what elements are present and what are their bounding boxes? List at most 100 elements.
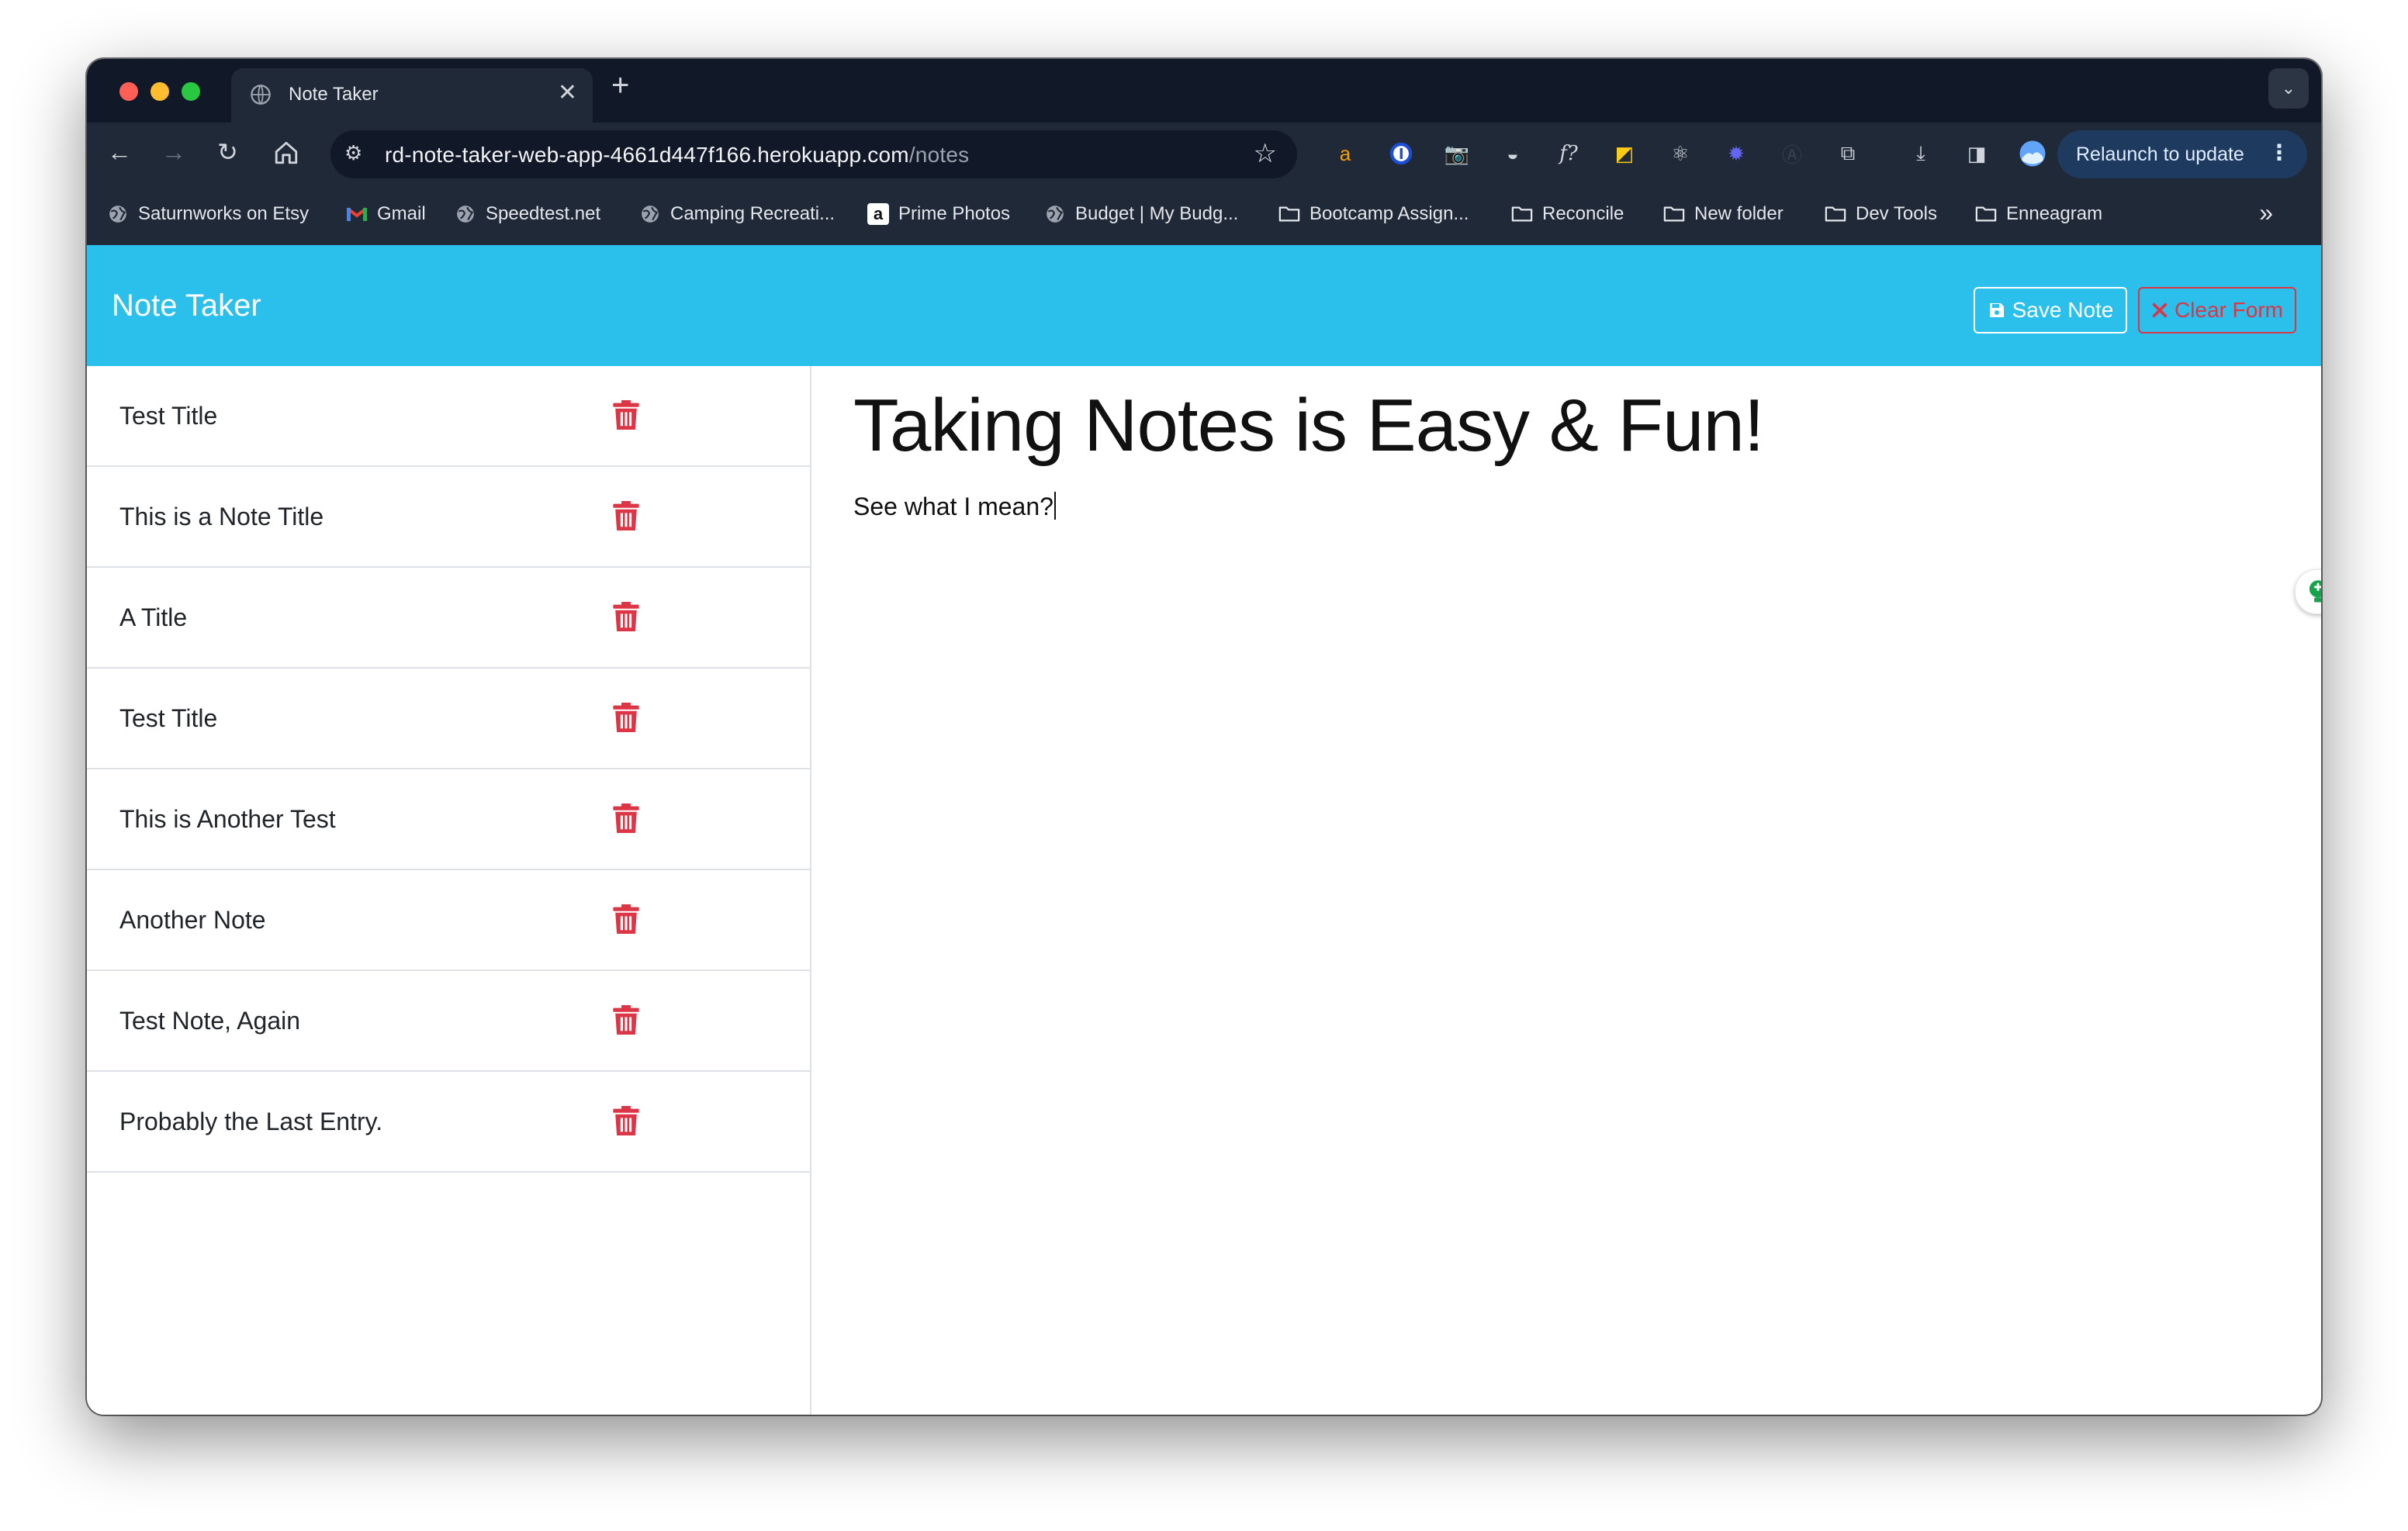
globe-icon — [107, 203, 129, 225]
trash-icon[interactable] — [613, 1005, 639, 1035]
bookmark-folder-bootcamp[interactable]: Bootcamp Assign... — [1278, 203, 1469, 225]
home-icon[interactable] — [273, 140, 299, 166]
note-title[interactable]: This is Another Test — [119, 805, 336, 834]
relaunch-label: Relaunch to update — [2076, 143, 2244, 165]
note-text-area[interactable]: See what I mean? — [853, 492, 1056, 521]
gear-purple-icon[interactable]: ✹ — [1722, 140, 1750, 168]
address-bar[interactable]: ⚙ rd-note-taker-web-app-4661d447f166.her… — [330, 130, 1297, 178]
browser-toolbar: ← → ↻ ⚙ rd-note-taker-web-app-4661d447f1… — [87, 123, 2321, 185]
close-window-button[interactable] — [119, 82, 138, 101]
trash-icon[interactable] — [613, 400, 639, 430]
trash-icon[interactable] — [613, 703, 639, 732]
note-text: See what I mean? — [853, 492, 1054, 520]
save-note-label: Save Note — [2012, 298, 2114, 322]
bookmark-folder-new[interactable]: New folder — [1663, 203, 1784, 225]
bookmark-speedtest[interactable]: Speedtest.net — [455, 203, 600, 225]
lightbulb-icon — [2309, 580, 2321, 603]
grammarly-widget[interactable]: G — [2295, 569, 2321, 614]
url-text: rd-note-taker-web-app-4661d447f166.herok… — [385, 143, 969, 168]
url-host: rd-note-taker-web-app-4661d447f166.herok… — [385, 143, 909, 167]
bookmark-star-icon[interactable]: ☆ — [1254, 138, 1277, 169]
camera-icon[interactable]: 📷 — [1443, 140, 1471, 168]
reload-icon[interactable]: ↻ — [217, 135, 238, 169]
react-icon[interactable]: ⚛ — [1666, 140, 1694, 168]
close-x-icon — [2151, 302, 2168, 319]
note-title[interactable]: Another Note — [119, 906, 266, 935]
note-title[interactable]: A Title — [119, 603, 187, 632]
font-icon[interactable]: f? — [1555, 140, 1583, 168]
password-manager-icon[interactable] — [1387, 140, 1415, 168]
extensions-icon[interactable]: ⧉ — [1834, 140, 1862, 168]
site-settings-icon[interactable]: ⚙ — [344, 141, 362, 165]
note-title[interactable]: This is a Note Title — [119, 503, 323, 531]
tab-search-button[interactable]: ⌄ — [2268, 68, 2309, 109]
profile-icon[interactable] — [2019, 140, 2046, 168]
trash-icon[interactable] — [613, 602, 639, 631]
bookmark-prime-photos[interactable]: a Prime Photos — [867, 203, 1010, 225]
back-icon[interactable]: ← — [107, 135, 132, 169]
folder-icon — [1278, 203, 1300, 225]
maximize-window-button[interactable] — [182, 82, 200, 101]
note-list: Test Title This is a Note Title A Title … — [87, 366, 810, 1173]
notes-sidebar: Test Title This is a Note Title A Title … — [87, 366, 811, 1415]
amazon-icon[interactable]: a — [1331, 140, 1359, 168]
bookmark-folder-reconcile[interactable]: Reconcile — [1511, 203, 1624, 225]
note-list-item[interactable]: Test Title — [87, 366, 810, 467]
note-title-input[interactable]: Taking Notes is Easy & Fun! — [853, 383, 1765, 468]
note-list-item[interactable]: Another Note — [87, 870, 810, 971]
folder-icon — [1975, 203, 1997, 225]
bookmark-folder-devtools[interactable]: Dev Tools — [1825, 203, 1937, 225]
bookmark-folder-enneagram[interactable]: Enneagram — [1975, 203, 2102, 225]
bookmark-budget[interactable]: Budget | My Budg... — [1044, 203, 1238, 225]
download-icon[interactable]: ⤓ — [1907, 140, 1935, 168]
more-menu-icon[interactable]: ⋮ — [2268, 140, 2290, 165]
trash-icon[interactable] — [613, 501, 639, 530]
note-title[interactable]: Test Title — [119, 704, 217, 733]
trash-icon[interactable] — [613, 904, 639, 934]
note-list-item[interactable]: This is Another Test — [87, 769, 810, 870]
folder-icon — [1511, 203, 1533, 225]
folder-icon — [1825, 203, 1846, 225]
chevron-down-icon: ⌄ — [2281, 78, 2296, 98]
trash-icon[interactable] — [613, 804, 639, 833]
note-list-item[interactable]: Probably the Last Entry. — [87, 1072, 810, 1173]
note-title[interactable]: Probably the Last Entry. — [119, 1108, 382, 1136]
forward-icon[interactable]: → — [161, 135, 186, 169]
minimize-window-button[interactable] — [150, 82, 169, 101]
globe-icon — [639, 203, 661, 225]
save-note-button[interactable]: Save Note — [1974, 287, 2127, 334]
url-path: /notes — [908, 143, 970, 167]
note-title[interactable]: Test Title — [119, 402, 217, 430]
globe-icon — [251, 85, 271, 105]
bookmark-camping[interactable]: Camping Recreati... — [639, 203, 835, 225]
color-picker-icon[interactable]: ◩ — [1611, 140, 1638, 168]
note-list-item[interactable]: Test Note, Again — [87, 971, 810, 1072]
floppy-disk-icon — [1988, 301, 2006, 320]
side-panel-icon[interactable]: ◨ — [1963, 140, 1991, 168]
trash-icon[interactable] — [613, 1106, 639, 1135]
relaunch-button[interactable]: Relaunch to update ⋮ — [2057, 130, 2307, 178]
note-list-item[interactable]: Test Title — [87, 669, 810, 769]
tab-title: Note Taker — [289, 84, 379, 105]
close-tab-icon[interactable]: ✕ — [558, 79, 577, 106]
globe-icon — [1044, 203, 1066, 225]
bookmark-gmail[interactable]: Gmail — [346, 203, 426, 225]
new-tab-button[interactable]: + — [611, 68, 629, 103]
tab-strip: Note Taker ✕ + ⌄ — [87, 59, 2321, 123]
note-title[interactable]: Test Note, Again — [119, 1007, 300, 1035]
app-navbar: Note Taker Save Note Clear Form — [87, 245, 2321, 366]
note-list-item[interactable]: This is a Note Title — [87, 467, 810, 568]
note-list-item[interactable]: A Title — [87, 568, 810, 669]
app-brand[interactable]: Note Taker — [112, 289, 261, 323]
globe-icon — [455, 203, 476, 225]
tab-note-taker[interactable]: Note Taker ✕ — [231, 68, 593, 123]
bookmark-saturnworks[interactable]: Saturnworks on Etsy — [107, 203, 309, 225]
chevron-double-right-icon[interactable]: » — [2259, 199, 2273, 227]
browser-window: Note Taker ✕ + ⌄ ← → ↻ ⚙ rd-note-taker-w… — [87, 59, 2321, 1415]
bookmarks-bar: Saturnworks on Etsy Gmail Speedtest.net … — [87, 185, 2321, 246]
clear-form-button[interactable]: Clear Form — [2138, 287, 2296, 334]
turtle-icon[interactable]: ◒ — [1499, 140, 1527, 168]
amazon-icon: a — [867, 203, 889, 225]
note-editor: Taking Notes is Easy & Fun! See what I m… — [811, 366, 2321, 1415]
a-icon[interactable]: Ⓐ — [1778, 140, 1806, 168]
